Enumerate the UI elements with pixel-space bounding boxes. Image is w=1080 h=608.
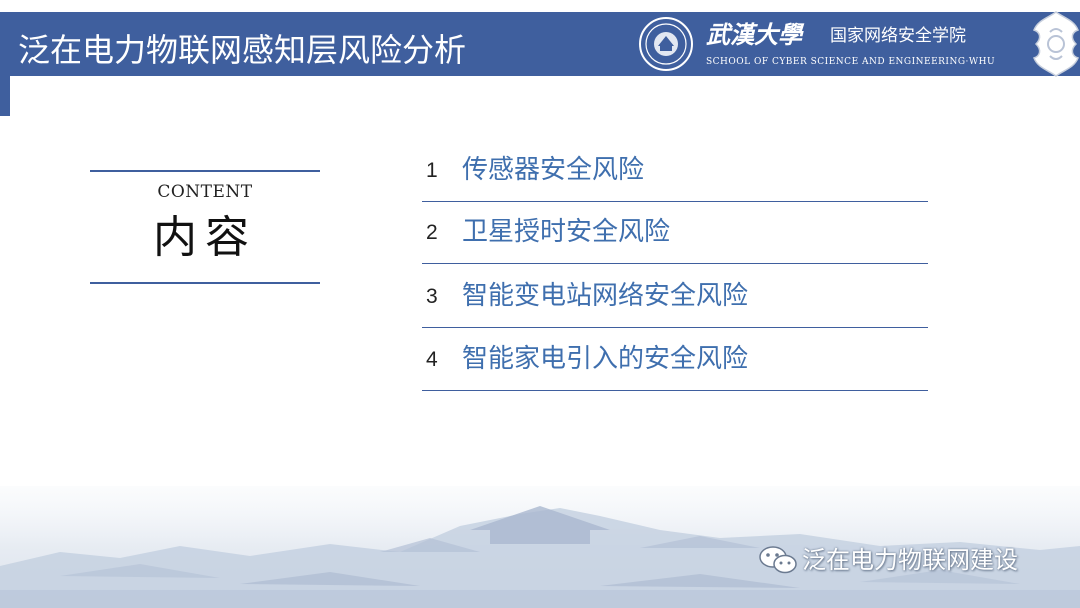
wechat-icon (759, 546, 797, 574)
slide-title: 泛在电力物联网感知层风险分析 (18, 31, 467, 69)
agenda-item-2: 2 卫星授时安全风险 (422, 207, 928, 264)
wechat-watermark: 泛在电力物联网建设 (758, 542, 1018, 578)
agenda-label: 传感器安全风险 (462, 155, 645, 185)
content-rule-bottom (90, 282, 320, 284)
agenda-item-4: 4 智能家电引入的安全风险 (422, 334, 928, 391)
school-name-en: SCHOOL OF CYBER SCIENCE AND ENGINEERING·… (706, 57, 996, 67)
agenda-item-3: 3 智能变电站网络安全风险 (422, 271, 928, 328)
watermark-text: 泛在电力物联网建设 (802, 546, 1018, 574)
agenda-number: 3 (426, 285, 438, 308)
university-emblem-icon (639, 17, 693, 71)
agenda-label: 卫星授时安全风险 (462, 217, 671, 247)
content-rule-top (90, 170, 320, 172)
agenda-label: 智能变电站网络安全风险 (462, 281, 749, 311)
agenda-item-1: 1 传感器安全风险 (422, 145, 928, 202)
content-label-cn: 内容 (153, 212, 257, 263)
slide: 泛在电力物联网感知层风险分析 武漢大學 国家网络安全学院 SCHOOL OF C… (0, 0, 1080, 608)
agenda-number: 4 (426, 348, 438, 371)
agenda-label: 智能家电引入的安全风险 (462, 344, 749, 374)
school-name-cn: 国家网络安全学院 (830, 26, 966, 46)
agenda-number: 1 (426, 159, 438, 182)
university-name-calligraphy: 武漢大學 (706, 20, 802, 49)
agenda-number: 2 (426, 221, 438, 244)
header-accent-bar (0, 76, 10, 116)
cloud-ornament-icon (1033, 11, 1079, 77)
content-label-en: CONTENT (157, 182, 253, 202)
